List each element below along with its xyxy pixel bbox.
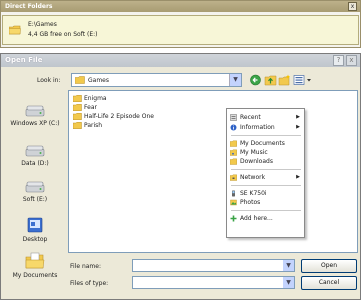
desktop-icon [27,217,43,233]
file-type-label: Files of type: [70,280,109,287]
menu-item-label: My Documents [240,140,285,147]
menu-item-label: Downloads [240,158,273,165]
look-in-value: Games [88,77,109,84]
info-icon [230,124,237,131]
phone-icon [232,190,235,197]
folder-icon [230,140,237,147]
place-windows-xp[interactable]: Windows XP (C:) [4,104,66,127]
place-label: Soft (E:) [22,196,48,203]
submenu-arrow-icon: ▶ [296,114,300,120]
file-name: Half-Life 2 Episode One [84,113,154,120]
direct-folders-path: E:\Games [28,21,57,28]
views-menu-icon[interactable] [293,74,313,86]
file-name: Fear [84,104,97,111]
submenu-arrow-icon: ▶ [296,174,300,180]
direct-folders-item[interactable]: E:\Games 4,4 GB free on Soft (E:) [2,15,359,45]
menu-separator [231,169,301,170]
menu-item-my-documents[interactable]: My Documents [229,139,302,148]
help-button[interactable]: ? [333,55,344,66]
menu-item-photos[interactable]: Photos [229,198,302,207]
menu-item-recent[interactable]: Recent ▶ [229,113,302,122]
folder-icon [72,103,82,112]
photos-icon [230,199,237,206]
hard-drive-icon [25,145,45,157]
folder-icon [72,112,82,121]
menu-separator [231,185,301,186]
place-label: Windows XP (C:) [10,120,60,127]
new-folder-icon[interactable] [278,74,291,86]
file-name-input[interactable]: ▼ [132,259,295,272]
look-in-dropdown[interactable]: Games ▼ [71,73,242,87]
recent-icon [230,114,237,121]
place-data[interactable]: Data (D:) [4,144,66,167]
back-icon[interactable] [249,74,262,86]
menu-item-downloads[interactable]: Downloads [229,157,302,166]
file-type-dropdown[interactable]: ▼ [132,276,295,289]
menu-item-label: Recent [240,114,261,121]
plus-icon [230,215,237,222]
menu-item-label: My Music [240,149,268,156]
look-in-label: Look in: [37,77,61,84]
places-bar: Windows XP (C:) Data (D:) Soft (E:) Desk… [4,90,66,293]
up-folder-icon[interactable] [264,74,277,86]
menu-item-add-here[interactable]: Add here... [229,214,302,223]
list-item[interactable]: Parish [72,121,103,130]
list-item[interactable]: Half-Life 2 Episode One [72,112,154,121]
file-name: Parish [84,122,103,129]
close-button[interactable]: x [346,55,357,66]
menu-item-network[interactable]: Network ▶ [229,173,302,182]
folder-icon [72,94,82,103]
place-label: Desktop [22,236,48,243]
place-label: My Documents [12,272,58,279]
music-folder-icon [230,149,237,156]
hard-drive-icon [25,105,45,117]
direct-folders-title: Direct Folders [1,1,360,12]
menu-item-label: Information [240,124,275,131]
chevron-down-icon[interactable]: ▼ [229,74,241,86]
open-file-dialog: Open File ? x Look in: Games ▼ Windows X… [0,53,361,300]
place-desktop[interactable]: Desktop [4,216,66,243]
folder-icon [75,76,85,84]
place-label: Data (D:) [21,160,49,167]
menu-separator [231,135,301,136]
network-folder-icon [230,174,237,181]
place-soft[interactable]: Soft (E:) [4,180,66,203]
dialog-title: Open File [1,54,360,67]
place-my-documents[interactable]: My Documents [4,252,66,279]
my-documents-icon [25,252,45,269]
menu-item-my-music[interactable]: My Music [229,148,302,157]
folder-icon [72,121,82,130]
chevron-down-icon[interactable]: ▼ [283,260,294,271]
menu-separator [231,210,301,211]
menu-item-label: Photos [240,199,261,206]
menu-item-label: SE K750i [240,190,267,197]
direct-folders-panel: Direct Folders x E:\Games 4,4 GB free on… [0,0,361,48]
menu-item-information[interactable]: Information ▶ [229,123,302,132]
file-name: Enigma [84,95,107,102]
submenu-arrow-icon: ▶ [296,124,300,130]
menu-item-se-k750i[interactable]: SE K750i [229,189,302,198]
list-item[interactable]: Enigma [72,94,107,103]
menu-item-label: Network [240,174,266,181]
folder-icon [230,158,237,165]
cancel-button[interactable]: Cancel [301,276,357,290]
folder-icon [9,25,21,35]
menu-item-label: Add here... [240,215,273,222]
file-list[interactable]: Enigma Fear Half-Life 2 Episode One Pari… [68,90,358,253]
list-item[interactable]: Fear [72,103,97,112]
direct-folders-free-space: 4,4 GB free on Soft (E:) [28,31,98,38]
open-button[interactable]: Open [301,259,357,273]
chevron-down-icon[interactable]: ▼ [283,277,294,288]
hard-drive-icon [25,181,45,193]
direct-folders-close-button[interactable]: x [348,2,357,11]
file-name-label: File name: [70,263,101,270]
context-menu: Recent ▶ Information ▶ My Documents My M… [226,108,305,238]
